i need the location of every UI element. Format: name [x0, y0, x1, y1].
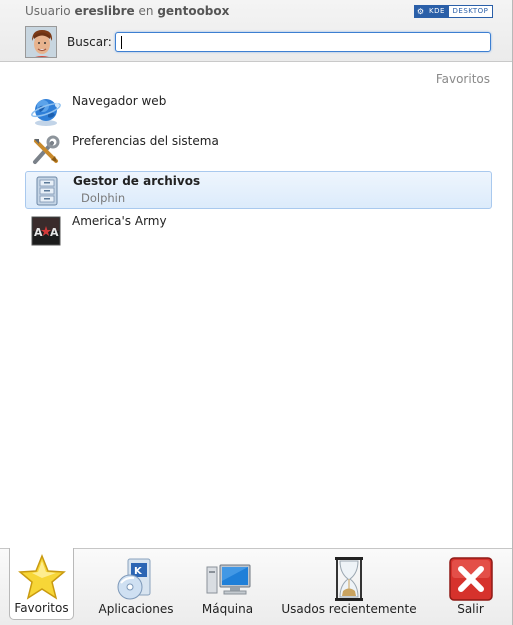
- text-caret: [121, 36, 122, 49]
- favorite-sublabel: Dolphin: [81, 191, 126, 205]
- username: ereslibre: [74, 4, 135, 18]
- kde-gear-icon: ⚙: [415, 6, 426, 17]
- favorite-label: Gestor de archivos: [73, 174, 201, 188]
- tools-icon: [30, 135, 62, 167]
- search-label: Buscar:: [67, 35, 112, 49]
- computer-icon: [204, 555, 252, 603]
- star-icon: [17, 553, 66, 602]
- globe-icon: [30, 95, 62, 127]
- tab-label: Máquina: [201, 602, 254, 616]
- avatar[interactable]: [25, 26, 57, 58]
- launcher-window: Usuario ereslibre en gentoobox ⚙ KDE DES…: [0, 0, 513, 625]
- tab-label: Favoritos: [14, 601, 69, 615]
- tab-label: Usados recientemente: [281, 602, 417, 616]
- svg-text:A: A: [50, 226, 59, 239]
- desktop-logo-text: DESKTOP: [447, 6, 492, 17]
- file-cabinet-icon: [31, 175, 63, 207]
- tab-recently-used[interactable]: Usados recientemente: [279, 549, 419, 624]
- tab-applications[interactable]: K Aplicaciones: [92, 549, 180, 624]
- tab-favorites[interactable]: Favoritos: [9, 548, 74, 620]
- tab-label: Aplicaciones: [98, 602, 174, 616]
- user-info: Usuario ereslibre en gentoobox: [25, 4, 229, 18]
- applications-icon: K: [112, 555, 160, 603]
- favorite-label: Navegador web: [72, 94, 167, 108]
- favorite-label: Preferencias del sistema: [72, 134, 219, 148]
- tab-label: Salir: [457, 602, 484, 616]
- favorite-item-americas-army[interactable]: A A America's Army: [25, 212, 492, 250]
- favorite-item-web-browser[interactable]: Navegador web: [25, 92, 492, 130]
- favorites-section-title: Favoritos: [435, 72, 490, 86]
- host-prefix: en: [138, 4, 154, 18]
- favorite-item-file-manager[interactable]: Gestor de archivos Dolphin: [25, 171, 492, 209]
- launcher-header: Usuario ereslibre en gentoobox ⚙ KDE DES…: [0, 0, 512, 62]
- exit-icon: [447, 555, 495, 603]
- tab-exit[interactable]: Salir: [438, 549, 503, 624]
- tab-computer[interactable]: Máquina: [195, 549, 260, 624]
- hostname: gentoobox: [157, 4, 230, 18]
- americas-army-icon: A A: [30, 215, 62, 247]
- svg-text:K: K: [134, 566, 143, 577]
- favorite-label: America's Army: [72, 214, 167, 228]
- search-input[interactable]: [115, 32, 491, 52]
- hourglass-icon: [325, 555, 373, 603]
- svg-text:A: A: [34, 226, 43, 239]
- user-prefix: Usuario: [25, 4, 71, 18]
- kde-desktop-logo: ⚙ KDE DESKTOP: [414, 5, 493, 18]
- kde-logo-text: KDE: [426, 6, 448, 17]
- tab-bar: Favoritos K Aplicaciones Máquina Usados …: [0, 548, 512, 625]
- favorite-item-system-settings[interactable]: Preferencias del sistema: [25, 132, 492, 170]
